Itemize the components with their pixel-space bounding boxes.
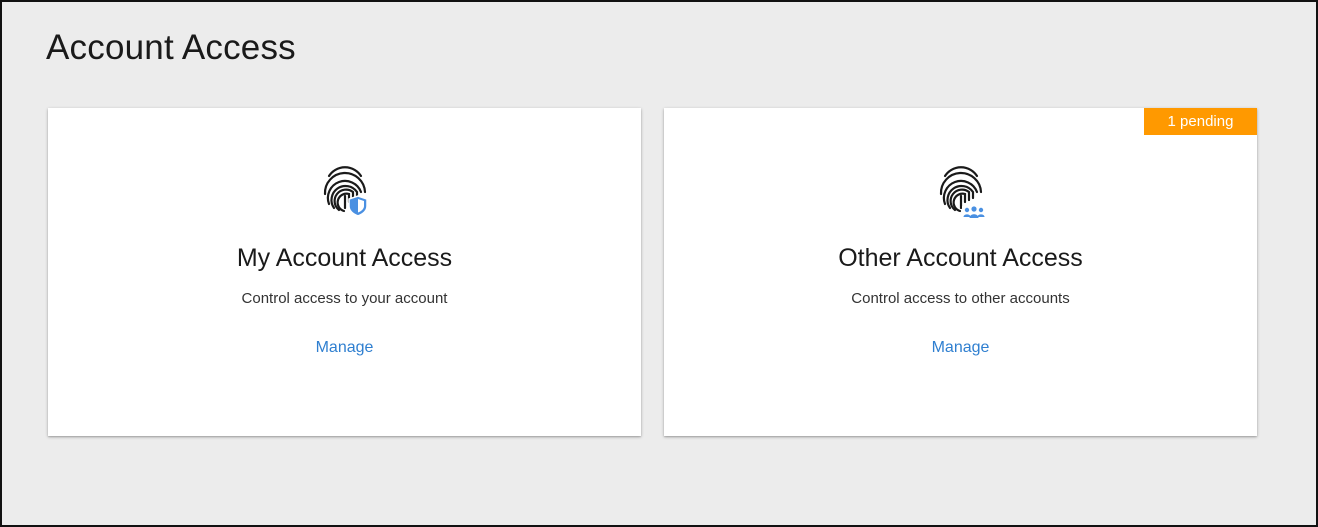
card-description: Control access to other accounts bbox=[851, 290, 1070, 307]
card-title: My Account Access bbox=[236, 244, 453, 272]
account-access-page: Account Access My Account Access Control… bbox=[0, 0, 1318, 527]
card-title: Other Account Access bbox=[838, 244, 1083, 272]
manage-my-account-link[interactable]: Manage bbox=[316, 339, 374, 357]
page-title: Account Access bbox=[46, 28, 296, 67]
other-account-access-card: 1 pending Other Account Access Control a… bbox=[664, 108, 1257, 436]
manage-other-accounts-link[interactable]: Manage bbox=[932, 339, 990, 357]
pending-badge: 1 pending bbox=[1144, 108, 1257, 135]
card-description: Control access to your account bbox=[241, 290, 448, 307]
fingerprint-shield-icon bbox=[320, 164, 370, 220]
fingerprint-people-icon bbox=[936, 164, 986, 220]
my-account-access-card: My Account Access Control access to your… bbox=[48, 108, 641, 436]
